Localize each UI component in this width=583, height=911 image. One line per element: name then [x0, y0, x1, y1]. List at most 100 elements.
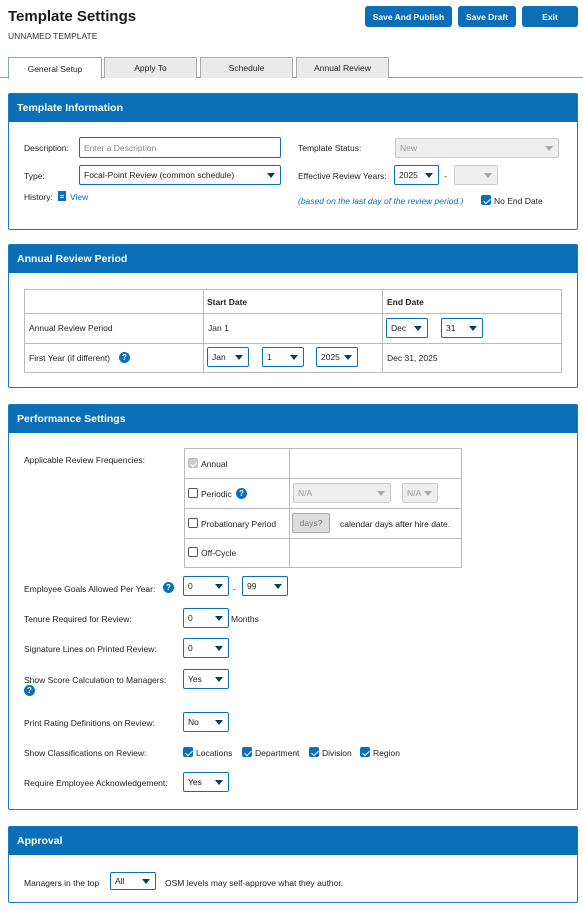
chevron-down-icon [424, 491, 432, 496]
periodic-checkbox[interactable] [188, 488, 198, 498]
periodic-frequency-value: N/A [298, 488, 313, 498]
first-year-row-label: First Year (if different) [29, 353, 111, 363]
no-end-date-checkbox[interactable] [481, 195, 491, 205]
effective-year-start-select[interactable]: 2025 [394, 165, 439, 185]
panel-heading: Annual Review Period [9, 245, 577, 273]
region-label: Region [373, 748, 400, 758]
frequency-row [289, 538, 462, 568]
periodic-label: Periodic [201, 489, 232, 499]
document-icon [58, 191, 66, 201]
help-icon[interactable]: ? [119, 352, 130, 363]
effective-year-start-value: 2025 [399, 170, 418, 180]
probationary-days-input: days? [292, 513, 330, 533]
tenure-unit: Months [231, 614, 259, 624]
chevron-down-icon [484, 173, 492, 178]
panel-heading: Approval [9, 827, 577, 855]
exit-button[interactable]: Exit [522, 6, 578, 27]
tenure-value: 0 [188, 613, 193, 623]
tab-annual-review[interactable]: Annual Review [296, 57, 389, 78]
status-select: New [395, 138, 559, 158]
no-end-date-label: No End Date [494, 196, 543, 206]
template-name: UNNAMED TEMPLATE [8, 31, 98, 41]
periodic-frequency-select: N/A [293, 483, 391, 503]
periodic-interval-select: N/A [402, 483, 438, 503]
chevron-down-icon [142, 879, 150, 884]
approval-prefix: Managers in the top [24, 878, 100, 888]
chevron-down-icon [215, 584, 223, 589]
approval-levels-select[interactable]: All [110, 872, 156, 890]
chevron-down-icon [545, 146, 553, 151]
annual-label: Annual [201, 459, 228, 469]
approval-suffix: OSM levels may self-approve what they au… [165, 878, 344, 888]
off-cycle-checkbox[interactable] [188, 547, 198, 557]
type-select[interactable]: Focal-Point Review (common schedule) [79, 165, 281, 185]
rating-definitions-label: Print Rating Definitions on Review: [24, 718, 155, 728]
rating-definitions-select[interactable]: No [183, 712, 229, 732]
first-year-end-date: Dec 31, 2025 [387, 353, 438, 363]
first-year-month-select[interactable]: Jan [207, 347, 249, 367]
frequency-row [184, 448, 290, 479]
help-icon[interactable]: ? [163, 582, 174, 593]
start-date-header: Start Date [207, 297, 248, 307]
description-label: Description: [24, 143, 69, 153]
end-month-select[interactable]: Dec [386, 318, 428, 338]
score-calculation-select[interactable]: Yes [183, 669, 229, 689]
acknowledgement-select[interactable]: Yes [183, 772, 229, 792]
save-draft-button[interactable]: Save Draft [458, 6, 516, 27]
description-input[interactable]: Enter a Description [79, 137, 281, 158]
division-label: Division [322, 748, 352, 758]
tab-general-setup[interactable]: General Setup [8, 57, 102, 79]
score-calculation-label: Show Score Calculation to Managers: [24, 675, 167, 685]
rating-definitions-value: No [188, 717, 199, 727]
goals-separator: - [233, 584, 236, 594]
tenure-select[interactable]: 0 [183, 608, 229, 628]
annual-period-row-label: Annual Review Period [29, 323, 113, 333]
template-information-panel: Template Information [8, 93, 578, 230]
effective-year-end-select [454, 165, 498, 185]
chevron-down-icon [215, 616, 223, 621]
chevron-down-icon [215, 780, 223, 785]
chevron-down-icon [344, 355, 352, 360]
chevron-down-icon [235, 355, 243, 360]
signature-lines-select[interactable]: 0 [183, 638, 229, 658]
panel-heading: Template Information [9, 94, 577, 122]
save-and-publish-button[interactable]: Save And Publish [365, 6, 452, 27]
effective-years-note: (based on the last day of the review per… [298, 196, 464, 206]
tab-apply-to[interactable]: Apply To [104, 57, 197, 78]
probationary-checkbox[interactable] [188, 518, 198, 528]
panel-heading: Performance Settings [9, 405, 577, 433]
division-checkbox[interactable] [309, 747, 319, 757]
first-year-year-select[interactable]: 2025 [316, 347, 358, 367]
end-day-select[interactable]: 31 [441, 318, 483, 338]
chevron-down-icon [469, 326, 477, 331]
classifications-label: Show Classifications on Review: [24, 748, 147, 758]
chevron-down-icon [414, 326, 422, 331]
first-year-day-select[interactable]: 1 [262, 347, 304, 367]
approval-levels-value: All [115, 876, 125, 886]
goals-min-select[interactable]: 0 [183, 576, 229, 596]
first-year-year-value: 2025 [321, 352, 340, 362]
history-view-link[interactable]: View [58, 191, 88, 202]
history-label: History: [24, 192, 53, 202]
help-icon[interactable]: ? [236, 488, 247, 499]
page-title: Template Settings [8, 8, 137, 25]
score-calculation-value: Yes [188, 674, 202, 684]
chevron-down-icon [274, 584, 282, 589]
acknowledgement-value: Yes [188, 777, 202, 787]
probationary-label: Probationary Period [201, 519, 277, 529]
tab-schedule[interactable]: Schedule [200, 57, 293, 78]
signature-lines-value: 0 [188, 643, 193, 653]
goals-min-value: 0 [188, 581, 193, 591]
locations-checkbox[interactable] [183, 747, 193, 757]
goals-max-select[interactable]: 99 [242, 576, 288, 596]
locations-label: Locations [196, 748, 233, 758]
history-view-text: View [70, 192, 89, 202]
help-icon[interactable]: ? [24, 685, 35, 696]
annual-period-start: Jan 1 [208, 323, 229, 333]
chevron-down-icon [215, 720, 223, 725]
review-frequencies-label: Applicable Review Frequencies: [24, 455, 145, 465]
department-checkbox[interactable] [242, 747, 252, 757]
status-select-value: New [400, 143, 418, 153]
region-checkbox[interactable] [360, 747, 370, 757]
goals-max-value: 99 [247, 581, 257, 591]
